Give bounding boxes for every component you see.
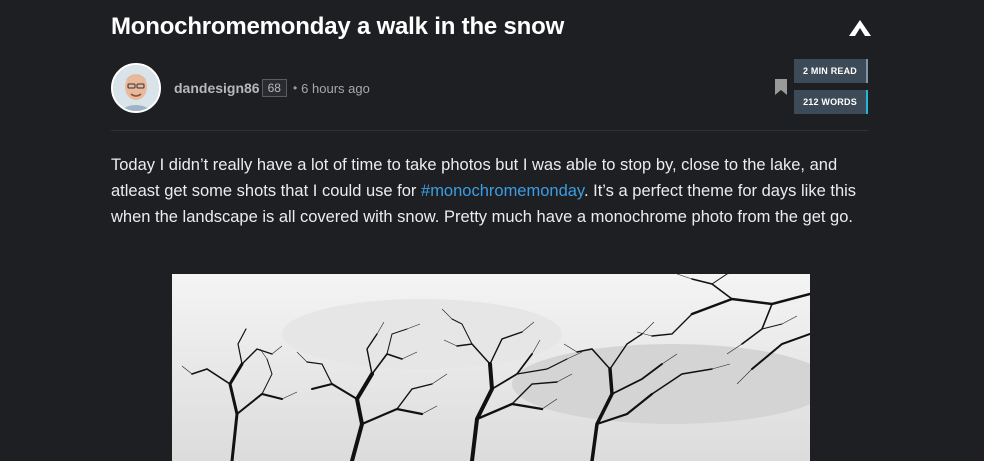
post-photo[interactable] <box>172 274 810 461</box>
post-title: Monochromemonday a walk in the snow <box>111 13 565 40</box>
avatar[interactable] <box>111 63 161 113</box>
read-time-badge: 2 MIN READ <box>794 59 868 83</box>
post-view: Monochromemonday a walk in the snow dand… <box>0 0 984 461</box>
post-timestamp[interactable]: 6 hours ago <box>301 81 370 96</box>
chevron-up-icon <box>849 20 871 36</box>
reputation-badge: 68 <box>261 79 287 97</box>
bookmark-icon <box>775 79 787 95</box>
post-body: Today I didn’t really have a lot of time… <box>111 152 871 230</box>
collapse-button[interactable] <box>848 18 872 40</box>
header-divider <box>111 130 868 131</box>
hashtag-link[interactable]: #monochromemonday <box>421 182 584 200</box>
meta-separator: • <box>292 81 298 95</box>
bookmark-button[interactable] <box>775 79 787 95</box>
author-name[interactable]: dandesign86 <box>174 80 260 96</box>
word-count-badge: 212 WORDS <box>794 90 868 114</box>
author-row: dandesign86 68 • 6 hours ago <box>111 60 370 116</box>
